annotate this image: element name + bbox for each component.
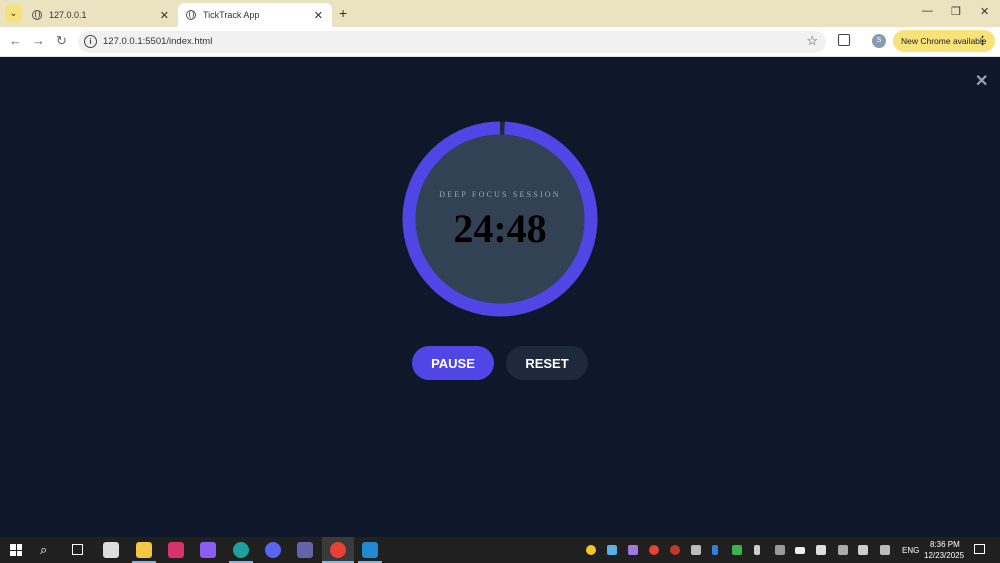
restore-icon[interactable]: ❐ [951, 5, 961, 18]
browser-toolbar: ← → ↻ i 127.0.0.1:5501/index.html ☆ S Ne… [0, 27, 1000, 57]
battery-icon[interactable] [795, 547, 805, 554]
forward-icon[interactable]: → [32, 33, 45, 48]
vscode-icon[interactable] [362, 542, 378, 558]
wifi-icon[interactable] [838, 545, 848, 555]
bookmark-star-icon[interactable]: ☆ [806, 33, 818, 49]
usb-icon[interactable] [754, 545, 760, 555]
bluetooth-icon[interactable] [712, 545, 718, 555]
tray-app-icon[interactable] [775, 545, 785, 555]
minimize-icon[interactable]: — [922, 5, 933, 17]
profile-avatar[interactable]: S [872, 34, 886, 48]
edge-icon[interactable] [233, 542, 249, 558]
windows-start-icon[interactable] [10, 544, 22, 556]
browser-tab-strip: ⌄ 127.0.0.1 ✕ TickTrack App ✕ + — ❐ ✕ [0, 0, 1000, 27]
instagram-icon[interactable] [168, 542, 184, 558]
discord-icon[interactable] [265, 542, 281, 558]
tray-app-icon[interactable] [607, 545, 617, 555]
tray-app-icon[interactable] [670, 545, 680, 555]
globe-icon [186, 10, 196, 20]
extensions-icon[interactable] [838, 34, 850, 46]
url-text: 127.0.0.1:5501/index.html [103, 36, 213, 47]
update-label: New Chrome available [901, 36, 987, 46]
clock-time[interactable]: 8:36 PM [930, 540, 960, 549]
new-tab-button[interactable]: + [339, 5, 347, 21]
notifications-icon[interactable] [974, 544, 985, 554]
chrome-icon[interactable] [330, 542, 346, 558]
app-page: ✕ DEEP FOCUS SESSION 24:48 PAUSE RESET [0, 57, 1000, 537]
tab-localhost[interactable]: 127.0.0.1 ✕ [24, 3, 178, 27]
globe-icon [32, 10, 42, 20]
close-icon[interactable]: ✕ [975, 71, 988, 91]
volume-icon[interactable] [858, 545, 868, 555]
task-view-icon[interactable] [72, 544, 83, 555]
tab-title: TickTrack App [203, 10, 260, 20]
chevron-down-icon: ⌄ [9, 8, 18, 19]
tab-close-icon[interactable]: ✕ [314, 9, 323, 22]
visual-studio-icon[interactable] [200, 542, 216, 558]
back-icon[interactable]: ← [9, 33, 22, 48]
file-explorer-icon[interactable] [136, 542, 152, 558]
tab-close-icon[interactable]: ✕ [160, 9, 169, 22]
site-info-icon[interactable]: i [84, 35, 97, 48]
pause-button[interactable]: PAUSE [412, 346, 494, 380]
camera-icon[interactable] [103, 542, 119, 558]
security-icon[interactable] [816, 545, 826, 555]
pen-icon[interactable] [880, 545, 890, 555]
taskbar: ⌕ ENG 8:36 PM 12/23/2025 [0, 537, 1000, 563]
tray-chrome-icon[interactable] [649, 545, 659, 555]
tray-app-icon[interactable] [586, 545, 596, 555]
timer-dial: DEEP FOCUS SESSION 24:48 [400, 119, 600, 319]
tab-title: 127.0.0.1 [49, 10, 87, 20]
clock-date[interactable]: 12/23/2025 [924, 551, 964, 560]
tray-app-icon[interactable] [628, 545, 638, 555]
tray-app-icon[interactable] [691, 545, 701, 555]
time-display: 24:48 [453, 206, 547, 251]
session-label: DEEP FOCUS SESSION [439, 190, 561, 199]
language-indicator[interactable]: ENG [902, 546, 919, 555]
teams-icon[interactable] [297, 542, 313, 558]
tray-app-icon[interactable] [732, 545, 742, 555]
reset-button[interactable]: RESET [506, 346, 588, 380]
window-close-icon[interactable]: ✕ [980, 5, 989, 18]
timer-text: DEEP FOCUS SESSION 24:48 [400, 119, 600, 319]
tab-ticktrack[interactable]: TickTrack App ✕ [178, 3, 332, 27]
tab-search-button[interactable]: ⌄ [5, 5, 22, 22]
more-menu-icon: ⋮ [977, 35, 988, 47]
chrome-update-button[interactable]: New Chrome available ⋮ [893, 30, 995, 52]
address-bar[interactable]: i 127.0.0.1:5501/index.html ☆ [78, 31, 826, 53]
search-icon[interactable]: ⌕ [40, 542, 47, 558]
reload-icon[interactable]: ↻ [56, 33, 67, 49]
